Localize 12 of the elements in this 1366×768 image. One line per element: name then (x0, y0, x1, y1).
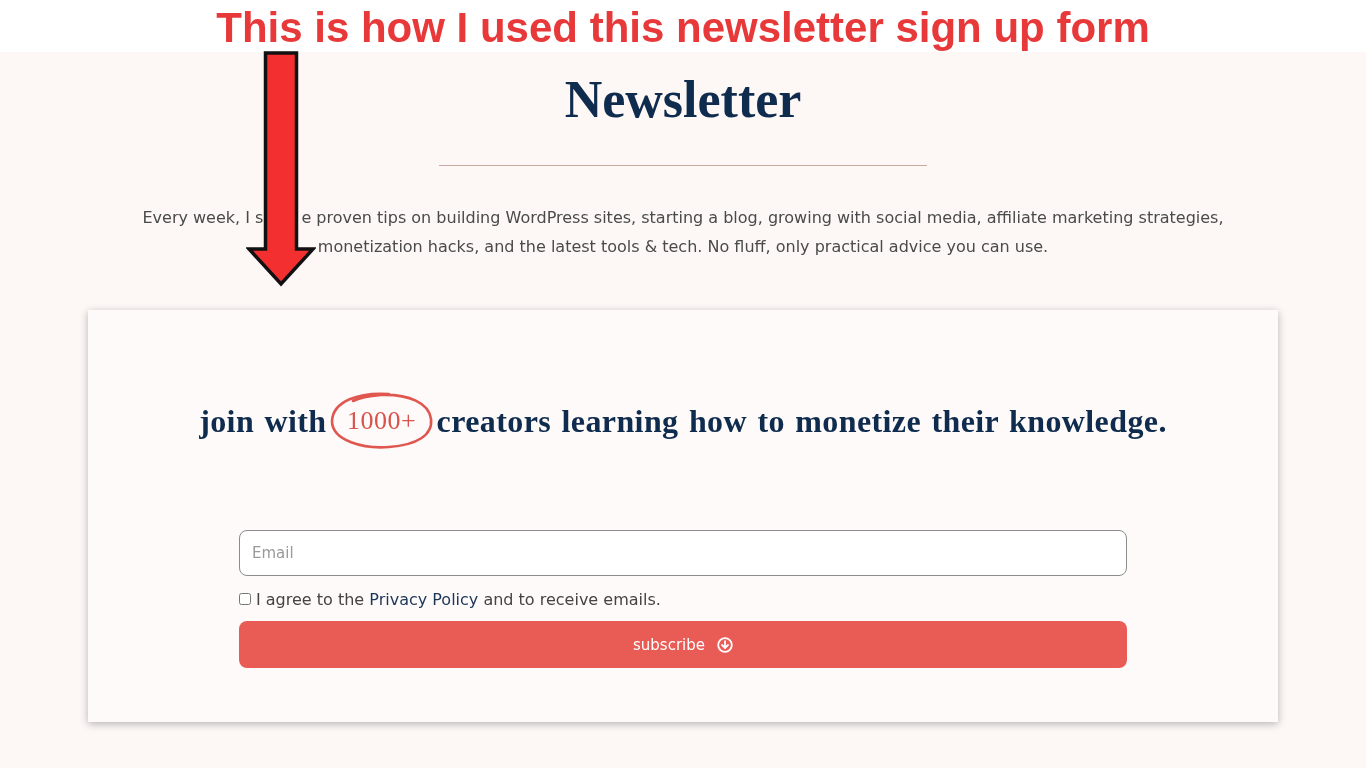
annotation-title: This is how I used this newsletter sign up form (216, 4, 1150, 52)
newsletter-heading: Newsletter (564, 70, 802, 130)
description-text: Every week, I s (142, 208, 264, 227)
headline-text: creators learning how to monetize their knowledge. (436, 402, 1167, 440)
consent-checkbox[interactable] (239, 593, 251, 605)
description-text: e proven tips on building WordPress sites, starting a blog, growing with social media, affiliate marketing strategies, (301, 208, 1224, 227)
highlight-number: 1000+ (346, 406, 417, 436)
description-text: monetization hacks, and the latest tools & tech. No fluff, only practical advice you can use. (317, 237, 1049, 256)
email-field[interactable]: Email (239, 530, 1127, 576)
consent-text: I agree to the Privacy Policy and to receive emails. (256, 589, 661, 609)
privacy-policy-link[interactable]: Privacy Policy (369, 589, 479, 609)
headline-text: join with (199, 402, 327, 440)
